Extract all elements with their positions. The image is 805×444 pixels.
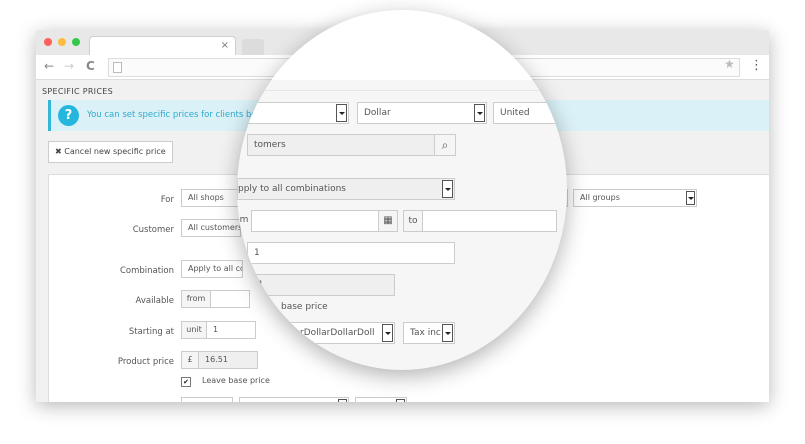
product-price-label: Product price (117, 357, 174, 367)
customer-label: Customer (132, 225, 174, 235)
combination-label: Combination (119, 266, 174, 276)
starting-at-input[interactable]: 1 (206, 321, 256, 339)
forward-icon[interactable]: → (64, 59, 74, 73)
lens-country-value: United (500, 108, 530, 118)
lens-combination-value: pply to all combinations (238, 184, 346, 194)
group-select-value: All groups (580, 193, 620, 202)
reduction-tax-select[interactable] (355, 397, 407, 402)
calendar-icon[interactable]: ▦ (378, 210, 398, 232)
close-window-dot[interactable] (44, 38, 52, 46)
chevron-down-icon (686, 191, 695, 205)
lens-leave-base-label: base price (281, 302, 328, 312)
unit-addon: unit (181, 321, 207, 339)
maximize-window-dot[interactable] (72, 38, 80, 46)
lens-customer-value: tomers (254, 140, 286, 150)
search-icon[interactable]: ⌕ (434, 134, 456, 156)
lens-from-date-input[interactable] (251, 210, 379, 232)
shop-select-value: All shops (188, 193, 224, 202)
question-icon: ? (58, 105, 79, 126)
section-title: SPECIFIC PRICES (42, 87, 113, 96)
browser-menu-icon[interactable]: ⋮ (750, 58, 763, 73)
lens-starting-at-input[interactable]: 1 (247, 242, 455, 264)
bookmark-star-icon[interactable]: ★ (724, 57, 735, 71)
chevron-down-icon (338, 399, 347, 402)
lens-reduction-currency-select[interactable]: ollarDollarDollarDoll (281, 322, 395, 344)
magnifier-lens: Dollar United tomers ⌕ pply to all combi… (237, 10, 567, 370)
lens-currency-value: Dollar (364, 108, 391, 118)
starting-at-label: Starting at (128, 327, 174, 337)
lens-to-date-input[interactable] (422, 210, 557, 232)
leave-base-price-label: Leave base price (202, 376, 270, 385)
reduction-currency-select[interactable] (239, 397, 349, 402)
combination-select[interactable]: Apply to all con (181, 260, 243, 278)
chevron-down-icon (396, 399, 405, 402)
reload-icon[interactable]: C (86, 59, 95, 73)
customer-value: All customers (188, 223, 241, 232)
lens-price-value: 51 (252, 280, 264, 290)
combination-value: Apply to all con (188, 264, 242, 273)
shop-select[interactable]: All shops (181, 189, 241, 207)
group-select[interactable]: All groups (573, 189, 697, 207)
for-label: For (160, 195, 174, 205)
minimize-window-dot[interactable] (58, 38, 66, 46)
lens-header-area (237, 10, 567, 80)
lens-country-select[interactable] (237, 102, 349, 124)
from-date-input[interactable] (210, 290, 250, 308)
lens-to-addon: to (403, 210, 423, 232)
lens-combination-select[interactable]: pply to all combinations (237, 178, 455, 200)
from-addon: from (181, 290, 211, 308)
browser-tab[interactable]: × (89, 36, 236, 56)
available-label: Available (135, 296, 174, 306)
chevron-down-icon (336, 104, 347, 122)
currency-addon: £ (181, 351, 199, 369)
product-price-value: 16.51 (205, 355, 228, 364)
reduction-input[interactable] (181, 397, 233, 402)
chevron-down-icon (382, 324, 393, 342)
chevron-down-icon (474, 104, 485, 122)
lens-tax-value: Tax inc (410, 328, 441, 338)
chevron-down-icon (442, 324, 453, 342)
lens-currency-repeat-value: ollarDollarDollarDoll (284, 328, 375, 338)
product-price-input[interactable]: 16.51 (198, 351, 258, 369)
page-icon (113, 62, 122, 73)
chevron-down-icon (442, 180, 453, 198)
starting-at-value: 1 (213, 325, 219, 334)
tab-close-icon[interactable]: × (221, 40, 229, 52)
lens-currency-select[interactable]: Dollar (357, 102, 487, 124)
lens-divider (237, 90, 567, 91)
lens-starting-value: 1 (254, 248, 260, 258)
lens-tax-select[interactable]: Tax inc (403, 322, 455, 344)
leave-base-price-checkbox[interactable]: ✔ (181, 377, 191, 387)
cancel-specific-price-button[interactable]: ✖ Cancel new specific price (48, 141, 173, 163)
customer-search-input[interactable]: All customers (181, 219, 241, 237)
lens-from-addon: m (237, 210, 251, 232)
lens-price-input[interactable]: 51 (247, 274, 395, 296)
lens-customer-search-input[interactable]: tomers (247, 134, 435, 156)
back-icon[interactable]: ← (44, 59, 54, 73)
lens-country-select-2[interactable]: United (493, 102, 567, 124)
